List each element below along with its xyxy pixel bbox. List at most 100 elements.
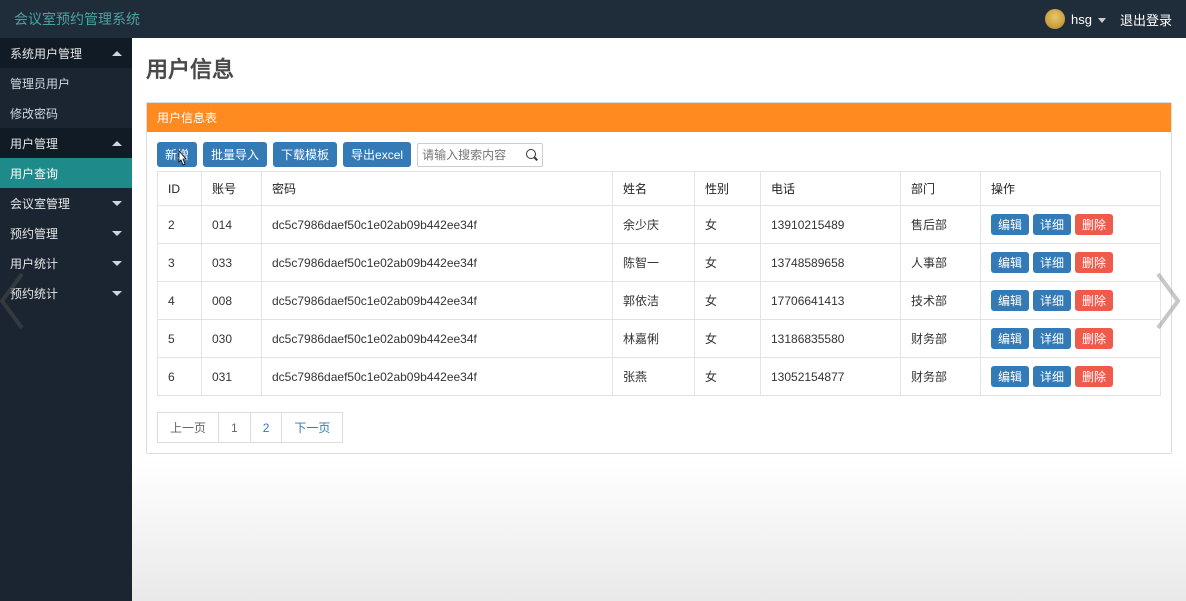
cell-id: 5 (158, 320, 202, 358)
detail-button[interactable]: 详细 (1033, 328, 1071, 349)
sidebar-item-meeting-room[interactable]: 会议室管理 (0, 188, 132, 218)
sidebar-item-user-query[interactable]: 用户查询 (0, 158, 132, 188)
search-input[interactable] (422, 148, 526, 162)
sidebar-item-booking[interactable]: 预约管理 (0, 218, 132, 248)
page-prev[interactable]: 上一页 (157, 412, 219, 443)
cell-id: 6 (158, 358, 202, 396)
col-phone: 电话 (761, 172, 901, 206)
delete-button[interactable]: 删除 (1075, 328, 1113, 349)
table-row: 2014dc5c7986daef50c1e02ab09b442ee34f余少庆女… (158, 206, 1161, 244)
search-icon[interactable] (526, 149, 538, 161)
page-next[interactable]: 下一页 (281, 412, 343, 443)
edit-button[interactable]: 编辑 (991, 252, 1029, 273)
panel-body: 新增 批量导入 下载模板 导出excel ID 账号 密码 姓名 性别 (147, 132, 1171, 453)
page-title: 用户信息 (146, 52, 1172, 84)
cell-dept: 财务部 (901, 320, 981, 358)
sidebar-item-admin-users[interactable]: 管理员用户 (0, 68, 132, 98)
cell-account: 031 (202, 358, 262, 396)
col-account: 账号 (202, 172, 262, 206)
delete-button[interactable]: 删除 (1075, 290, 1113, 311)
cell-pwd: dc5c7986daef50c1e02ab09b442ee34f (262, 320, 613, 358)
page-2[interactable]: 2 (250, 412, 283, 443)
cell-phone: 13910215489 (761, 206, 901, 244)
detail-button[interactable]: 详细 (1033, 290, 1071, 311)
add-button[interactable]: 新增 (157, 142, 197, 167)
sidebar-item-user-management[interactable]: 用户管理 (0, 128, 132, 158)
cell-name: 陈智一 (613, 244, 695, 282)
delete-button[interactable]: 删除 (1075, 366, 1113, 387)
cell-actions: 编辑详细删除 (981, 358, 1161, 396)
detail-button[interactable]: 详细 (1033, 366, 1071, 387)
topbar-right: hsg 退出登录 (1045, 9, 1172, 29)
chevron-up-icon (112, 141, 122, 146)
edit-button[interactable]: 编辑 (991, 328, 1029, 349)
detail-button[interactable]: 详细 (1033, 252, 1071, 273)
cell-account: 014 (202, 206, 262, 244)
cell-phone: 13186835580 (761, 320, 901, 358)
cell-actions: 编辑详细删除 (981, 206, 1161, 244)
delete-button[interactable]: 删除 (1075, 214, 1113, 235)
next-arrow-icon[interactable] (1146, 266, 1186, 336)
chevron-down-icon (112, 201, 122, 206)
download-template-button[interactable]: 下载模板 (273, 142, 337, 167)
batch-import-button[interactable]: 批量导入 (203, 142, 267, 167)
cell-id: 3 (158, 244, 202, 282)
cell-name: 郭依洁 (613, 282, 695, 320)
cell-dept: 技术部 (901, 282, 981, 320)
panel-title: 用户信息表 (147, 103, 1171, 132)
table-row: 5030dc5c7986daef50c1e02ab09b442ee34f林嘉俐女… (158, 320, 1161, 358)
cell-actions: 编辑详细删除 (981, 320, 1161, 358)
chevron-down-icon (1098, 18, 1106, 23)
main-content: 用户信息 用户信息表 新增 批量导入 下载模板 导出excel ID 账号 (132, 38, 1186, 601)
cell-pwd: dc5c7986daef50c1e02ab09b442ee34f (262, 244, 613, 282)
edit-button[interactable]: 编辑 (991, 290, 1029, 311)
col-gender: 性别 (695, 172, 761, 206)
table-row: 3033dc5c7986daef50c1e02ab09b442ee34f陈智一女… (158, 244, 1161, 282)
edit-button[interactable]: 编辑 (991, 366, 1029, 387)
cell-id: 2 (158, 206, 202, 244)
chevron-down-icon (112, 231, 122, 236)
cell-gender: 女 (695, 358, 761, 396)
sidebar-item-label: 用户管理 (10, 135, 58, 152)
col-name: 姓名 (613, 172, 695, 206)
cell-gender: 女 (695, 206, 761, 244)
detail-button[interactable]: 详细 (1033, 214, 1071, 235)
col-id: ID (158, 172, 202, 206)
prev-arrow-icon[interactable] (0, 266, 34, 336)
app-title: 会议室预约管理系统 (14, 9, 140, 29)
sidebar-item-label: 会议室管理 (10, 195, 70, 212)
cell-phone: 17706641413 (761, 282, 901, 320)
cell-account: 030 (202, 320, 262, 358)
cell-dept: 财务部 (901, 358, 981, 396)
sidebar-item-label: 系统用户管理 (10, 45, 82, 62)
edit-button[interactable]: 编辑 (991, 214, 1029, 235)
cell-dept: 人事部 (901, 244, 981, 282)
delete-button[interactable]: 删除 (1075, 252, 1113, 273)
user-menu[interactable]: hsg (1045, 9, 1106, 29)
page-1[interactable]: 1 (218, 412, 251, 443)
cell-actions: 编辑详细删除 (981, 244, 1161, 282)
cell-id: 4 (158, 282, 202, 320)
cell-account: 008 (202, 282, 262, 320)
col-actions: 操作 (981, 172, 1161, 206)
sidebar-item-system-user[interactable]: 系统用户管理 (0, 38, 132, 68)
toolbar: 新增 批量导入 下载模板 导出excel (157, 142, 1161, 167)
cell-phone: 13052154877 (761, 358, 901, 396)
cell-actions: 编辑详细删除 (981, 282, 1161, 320)
avatar-icon (1045, 9, 1065, 29)
col-dept: 部门 (901, 172, 981, 206)
logout-link[interactable]: 退出登录 (1120, 10, 1172, 29)
sidebar-item-label: 管理员用户 (10, 75, 70, 92)
cell-gender: 女 (695, 320, 761, 358)
sidebar-item-label: 用户查询 (10, 165, 58, 182)
chevron-down-icon (112, 291, 122, 296)
chevron-up-icon (112, 51, 122, 56)
cell-name: 林嘉俐 (613, 320, 695, 358)
chevron-down-icon (112, 261, 122, 266)
table-row: 4008dc5c7986daef50c1e02ab09b442ee34f郭依洁女… (158, 282, 1161, 320)
sidebar-item-label: 预约管理 (10, 225, 58, 242)
user-panel: 用户信息表 新增 批量导入 下载模板 导出excel ID 账号 密码 (146, 102, 1172, 454)
col-password: 密码 (262, 172, 613, 206)
sidebar-item-change-password[interactable]: 修改密码 (0, 98, 132, 128)
export-excel-button[interactable]: 导出excel (343, 142, 411, 167)
